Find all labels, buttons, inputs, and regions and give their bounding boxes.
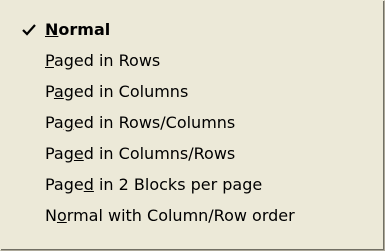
menu-list: Normal Paged in Rows Paged in Columns Pa…: [1, 14, 384, 231]
context-menu: Normal Paged in Rows Paged in Columns Pa…: [0, 0, 385, 251]
menu-item-label: Paged in Columns: [45, 82, 189, 101]
menu-item-label: Paged in Columns/Rows: [45, 144, 236, 163]
menu-item-label: Paged in Rows/Columns: [45, 113, 236, 132]
menu-item-paged-in-rows-columns[interactable]: Paged in Rows/Columns: [1, 107, 384, 138]
menu-item-paged-in-columns-rows[interactable]: Paged in Columns/Rows: [1, 138, 384, 169]
menu-item-paged-in-2-blocks[interactable]: Paged in 2 Blocks per page: [1, 169, 384, 200]
menu-item-paged-in-rows[interactable]: Paged in Rows: [1, 45, 384, 76]
menu-item-paged-in-columns[interactable]: Paged in Columns: [1, 76, 384, 107]
menu-item-normal-column-row-order[interactable]: Normal with Column/Row order: [1, 200, 384, 231]
menu-item-label: Normal with Column/Row order: [45, 206, 295, 225]
checkmark-icon: [22, 14, 38, 45]
menu-item-normal[interactable]: Normal: [1, 14, 384, 45]
menu-item-label: Paged in Rows: [45, 51, 161, 70]
menu-item-label: Paged in 2 Blocks per page: [45, 175, 263, 194]
menu-item-label: Normal: [45, 20, 111, 39]
